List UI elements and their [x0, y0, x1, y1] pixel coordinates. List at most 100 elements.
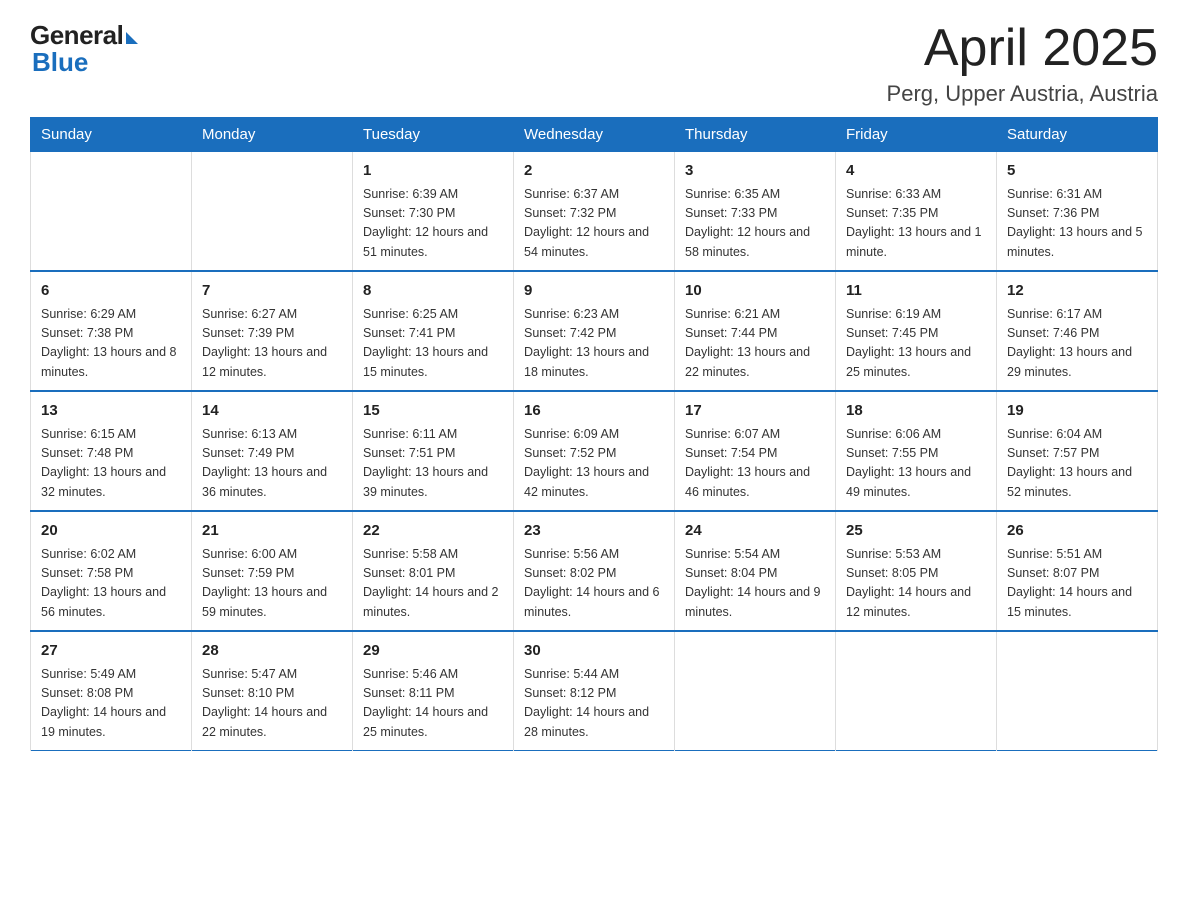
day-number: 15	[363, 400, 503, 423]
day-number: 8	[363, 280, 503, 303]
weekday-header-saturday: Saturday	[997, 118, 1158, 152]
calendar-cell: 8Sunrise: 6:25 AM Sunset: 7:41 PM Daylig…	[353, 271, 514, 391]
weekday-header-tuesday: Tuesday	[353, 118, 514, 152]
day-info: Sunrise: 6:33 AM Sunset: 7:35 PM Dayligh…	[846, 185, 986, 263]
day-number: 16	[524, 400, 664, 423]
day-number: 20	[41, 520, 181, 543]
day-info: Sunrise: 5:49 AM Sunset: 8:08 PM Dayligh…	[41, 665, 181, 743]
title-block: April 2025 Perg, Upper Austria, Austria	[887, 20, 1158, 107]
calendar-cell: 7Sunrise: 6:27 AM Sunset: 7:39 PM Daylig…	[192, 271, 353, 391]
calendar-cell: 18Sunrise: 6:06 AM Sunset: 7:55 PM Dayli…	[836, 391, 997, 511]
day-number: 7	[202, 280, 342, 303]
day-number: 24	[685, 520, 825, 543]
calendar-cell	[31, 152, 192, 272]
day-info: Sunrise: 6:02 AM Sunset: 7:58 PM Dayligh…	[41, 545, 181, 623]
calendar-cell: 11Sunrise: 6:19 AM Sunset: 7:45 PM Dayli…	[836, 271, 997, 391]
day-info: Sunrise: 6:21 AM Sunset: 7:44 PM Dayligh…	[685, 305, 825, 383]
page-title: April 2025	[887, 20, 1158, 77]
day-number: 3	[685, 160, 825, 183]
weekday-header-wednesday: Wednesday	[514, 118, 675, 152]
calendar-cell	[675, 631, 836, 751]
calendar-cell: 1Sunrise: 6:39 AM Sunset: 7:30 PM Daylig…	[353, 152, 514, 272]
weekday-header-sunday: Sunday	[31, 118, 192, 152]
page-header: General Blue April 2025 Perg, Upper Aust…	[30, 20, 1158, 107]
day-info: Sunrise: 5:54 AM Sunset: 8:04 PM Dayligh…	[685, 545, 825, 623]
day-number: 2	[524, 160, 664, 183]
calendar-header-row: SundayMondayTuesdayWednesdayThursdayFrid…	[31, 118, 1158, 152]
calendar-cell: 21Sunrise: 6:00 AM Sunset: 7:59 PM Dayli…	[192, 511, 353, 631]
day-info: Sunrise: 5:51 AM Sunset: 8:07 PM Dayligh…	[1007, 545, 1147, 623]
weekday-header-friday: Friday	[836, 118, 997, 152]
day-number: 17	[685, 400, 825, 423]
day-info: Sunrise: 6:11 AM Sunset: 7:51 PM Dayligh…	[363, 425, 503, 503]
calendar-cell: 23Sunrise: 5:56 AM Sunset: 8:02 PM Dayli…	[514, 511, 675, 631]
calendar-cell: 22Sunrise: 5:58 AM Sunset: 8:01 PM Dayli…	[353, 511, 514, 631]
day-number: 18	[846, 400, 986, 423]
calendar-cell: 14Sunrise: 6:13 AM Sunset: 7:49 PM Dayli…	[192, 391, 353, 511]
day-number: 14	[202, 400, 342, 423]
day-info: Sunrise: 6:37 AM Sunset: 7:32 PM Dayligh…	[524, 185, 664, 263]
calendar-cell: 9Sunrise: 6:23 AM Sunset: 7:42 PM Daylig…	[514, 271, 675, 391]
calendar-cell: 26Sunrise: 5:51 AM Sunset: 8:07 PM Dayli…	[997, 511, 1158, 631]
day-info: Sunrise: 6:04 AM Sunset: 7:57 PM Dayligh…	[1007, 425, 1147, 503]
calendar-cell: 30Sunrise: 5:44 AM Sunset: 8:12 PM Dayli…	[514, 631, 675, 751]
calendar-table: SundayMondayTuesdayWednesdayThursdayFrid…	[30, 117, 1158, 751]
day-info: Sunrise: 6:23 AM Sunset: 7:42 PM Dayligh…	[524, 305, 664, 383]
calendar-week-3: 13Sunrise: 6:15 AM Sunset: 7:48 PM Dayli…	[31, 391, 1158, 511]
day-info: Sunrise: 6:07 AM Sunset: 7:54 PM Dayligh…	[685, 425, 825, 503]
day-number: 6	[41, 280, 181, 303]
day-info: Sunrise: 5:56 AM Sunset: 8:02 PM Dayligh…	[524, 545, 664, 623]
day-number: 23	[524, 520, 664, 543]
day-info: Sunrise: 6:13 AM Sunset: 7:49 PM Dayligh…	[202, 425, 342, 503]
day-number: 27	[41, 640, 181, 663]
logo-blue-text: Blue	[32, 47, 88, 78]
calendar-cell: 13Sunrise: 6:15 AM Sunset: 7:48 PM Dayli…	[31, 391, 192, 511]
day-info: Sunrise: 6:27 AM Sunset: 7:39 PM Dayligh…	[202, 305, 342, 383]
day-info: Sunrise: 6:06 AM Sunset: 7:55 PM Dayligh…	[846, 425, 986, 503]
calendar-cell: 16Sunrise: 6:09 AM Sunset: 7:52 PM Dayli…	[514, 391, 675, 511]
calendar-cell	[836, 631, 997, 751]
calendar-cell: 4Sunrise: 6:33 AM Sunset: 7:35 PM Daylig…	[836, 152, 997, 272]
calendar-cell: 28Sunrise: 5:47 AM Sunset: 8:10 PM Dayli…	[192, 631, 353, 751]
day-info: Sunrise: 5:58 AM Sunset: 8:01 PM Dayligh…	[363, 545, 503, 623]
calendar-cell: 5Sunrise: 6:31 AM Sunset: 7:36 PM Daylig…	[997, 152, 1158, 272]
calendar-cell: 20Sunrise: 6:02 AM Sunset: 7:58 PM Dayli…	[31, 511, 192, 631]
day-info: Sunrise: 5:46 AM Sunset: 8:11 PM Dayligh…	[363, 665, 503, 743]
calendar-cell: 19Sunrise: 6:04 AM Sunset: 7:57 PM Dayli…	[997, 391, 1158, 511]
calendar-week-2: 6Sunrise: 6:29 AM Sunset: 7:38 PM Daylig…	[31, 271, 1158, 391]
day-number: 28	[202, 640, 342, 663]
calendar-cell: 15Sunrise: 6:11 AM Sunset: 7:51 PM Dayli…	[353, 391, 514, 511]
day-number: 12	[1007, 280, 1147, 303]
calendar-cell: 25Sunrise: 5:53 AM Sunset: 8:05 PM Dayli…	[836, 511, 997, 631]
day-number: 9	[524, 280, 664, 303]
day-info: Sunrise: 6:00 AM Sunset: 7:59 PM Dayligh…	[202, 545, 342, 623]
page-subtitle: Perg, Upper Austria, Austria	[887, 81, 1158, 107]
day-info: Sunrise: 6:25 AM Sunset: 7:41 PM Dayligh…	[363, 305, 503, 383]
day-number: 11	[846, 280, 986, 303]
day-number: 21	[202, 520, 342, 543]
day-number: 13	[41, 400, 181, 423]
day-info: Sunrise: 6:39 AM Sunset: 7:30 PM Dayligh…	[363, 185, 503, 263]
day-info: Sunrise: 6:15 AM Sunset: 7:48 PM Dayligh…	[41, 425, 181, 503]
day-info: Sunrise: 6:19 AM Sunset: 7:45 PM Dayligh…	[846, 305, 986, 383]
calendar-week-5: 27Sunrise: 5:49 AM Sunset: 8:08 PM Dayli…	[31, 631, 1158, 751]
day-info: Sunrise: 6:09 AM Sunset: 7:52 PM Dayligh…	[524, 425, 664, 503]
calendar-cell: 29Sunrise: 5:46 AM Sunset: 8:11 PM Dayli…	[353, 631, 514, 751]
day-number: 26	[1007, 520, 1147, 543]
day-number: 25	[846, 520, 986, 543]
calendar-cell: 27Sunrise: 5:49 AM Sunset: 8:08 PM Dayli…	[31, 631, 192, 751]
day-info: Sunrise: 5:53 AM Sunset: 8:05 PM Dayligh…	[846, 545, 986, 623]
weekday-header-thursday: Thursday	[675, 118, 836, 152]
day-info: Sunrise: 5:44 AM Sunset: 8:12 PM Dayligh…	[524, 665, 664, 743]
day-info: Sunrise: 6:35 AM Sunset: 7:33 PM Dayligh…	[685, 185, 825, 263]
calendar-cell: 10Sunrise: 6:21 AM Sunset: 7:44 PM Dayli…	[675, 271, 836, 391]
weekday-header-monday: Monday	[192, 118, 353, 152]
day-number: 4	[846, 160, 986, 183]
day-info: Sunrise: 6:31 AM Sunset: 7:36 PM Dayligh…	[1007, 185, 1147, 263]
day-info: Sunrise: 6:17 AM Sunset: 7:46 PM Dayligh…	[1007, 305, 1147, 383]
logo: General Blue	[30, 20, 138, 78]
logo-arrow-icon	[126, 32, 138, 44]
day-number: 19	[1007, 400, 1147, 423]
calendar-cell: 6Sunrise: 6:29 AM Sunset: 7:38 PM Daylig…	[31, 271, 192, 391]
calendar-cell: 17Sunrise: 6:07 AM Sunset: 7:54 PM Dayli…	[675, 391, 836, 511]
